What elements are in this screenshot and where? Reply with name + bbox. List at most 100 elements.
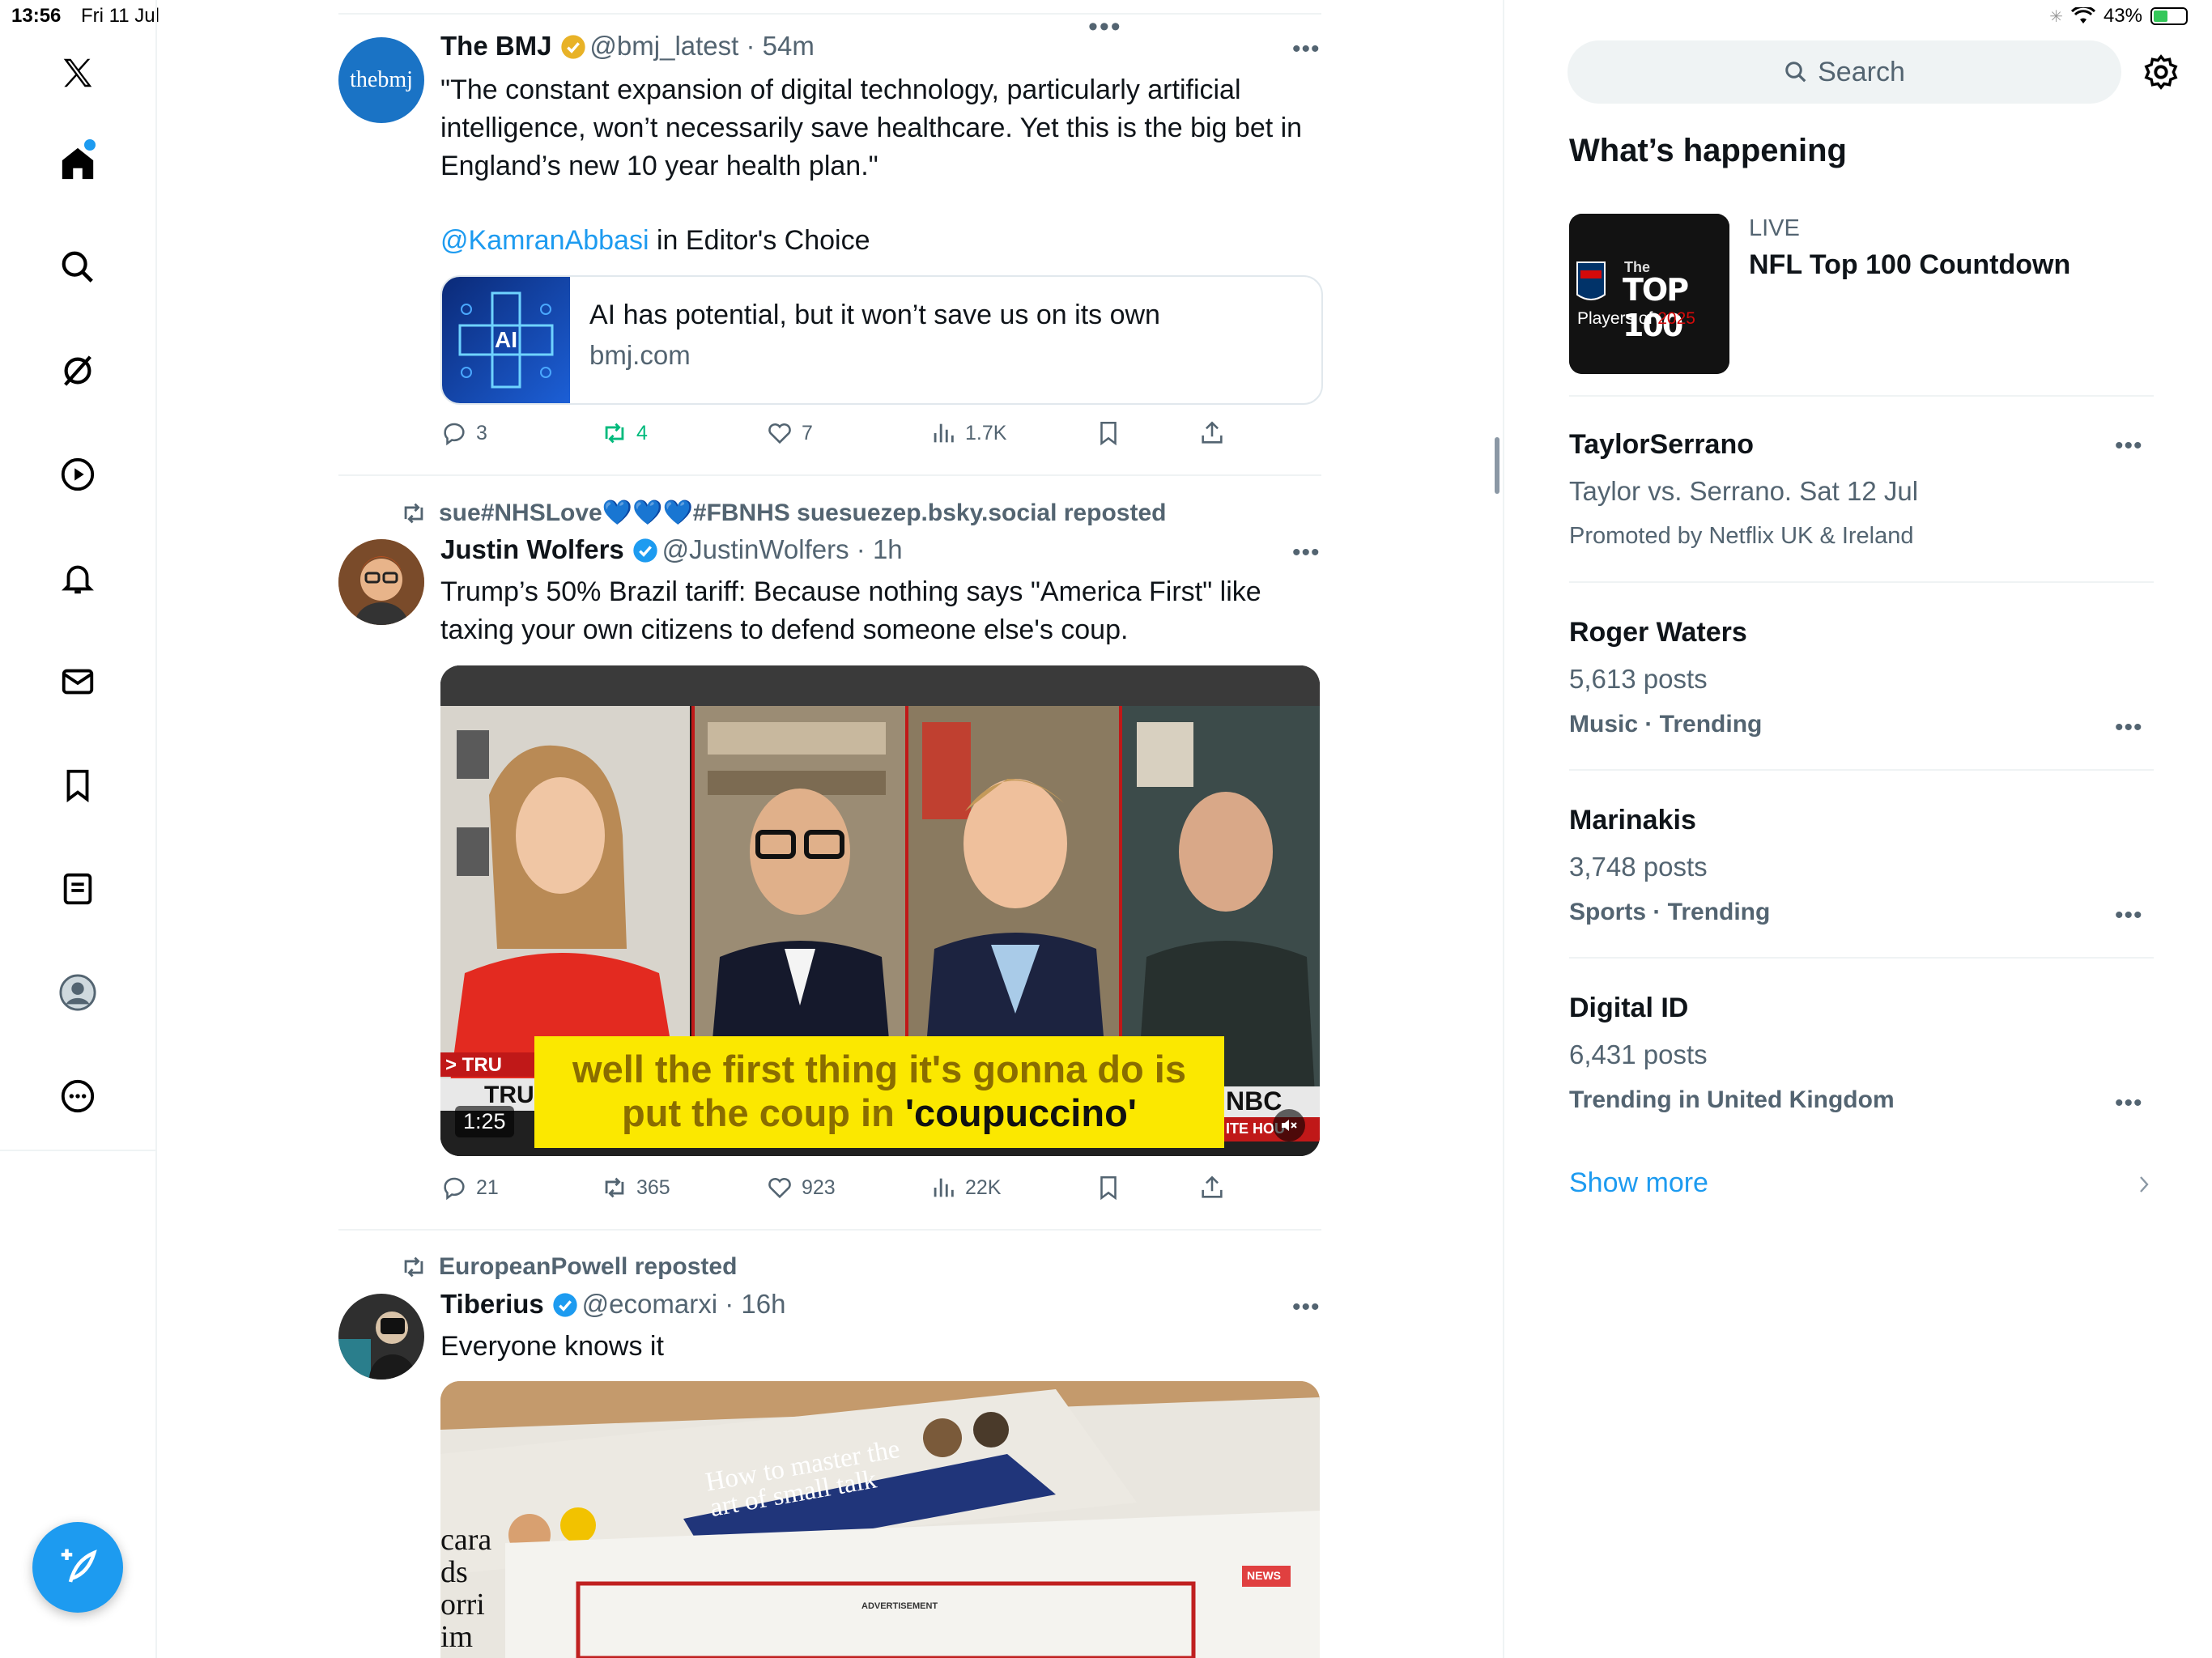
repost-button[interactable]: 4 [601,419,648,447]
tweet-divider [338,474,1321,476]
avatar-text: thebmj [350,67,413,92]
repost-count: 4 [636,421,648,444]
profile-avatar-icon[interactable] [52,967,104,1018]
column-divider [1503,0,1504,1658]
repost-context: sue#NHSLove💙💙💙#FBNHS suesuezep.bsky.soci… [400,499,1166,527]
trend-more-icon[interactable]: ••• [2115,714,2143,742]
grok-icon[interactable] [52,345,104,397]
battery-icon [2150,7,2188,25]
trend-title[interactable]: Roger Waters [1569,617,1747,648]
messages-envelope-icon[interactable] [52,656,104,708]
trend-more-icon[interactable]: ••• [2115,1090,2143,1117]
link-card[interactable]: AI AI has potential, but it won’t save u… [440,275,1323,405]
repost-context: EuropeanPowell reposted [400,1253,737,1281]
views-chart-icon [934,423,954,443]
fragment: orri [440,1588,485,1622]
tweet-avatar[interactable]: thebmj [338,37,424,123]
status-right: ✳ 43% [2049,5,2188,28]
reply-button[interactable]: 3 [440,419,487,447]
views-count: 1.7K [965,421,1007,444]
views-button[interactable]: 22K [929,1174,1001,1201]
repost-button[interactable]: 365 [601,1174,670,1201]
trend-meta: Sports · Trending [1569,899,1771,925]
home-icon[interactable] [52,138,104,189]
wifi-icon [2070,7,2095,23]
trend-subtitle: 3,748 posts [1569,852,1708,882]
tweet-time[interactable]: 54m [763,31,815,61]
more-options-icon[interactable] [52,1070,104,1122]
author-name[interactable]: The BMJ [440,31,552,61]
fragment: im [440,1620,474,1654]
blue-verified-icon [553,1293,577,1317]
live-event-thumbnail[interactable]: The TOP 100 Players of 2025 [1569,214,1729,374]
author-handle[interactable]: @ecomarxi [582,1289,717,1319]
compose-post-button[interactable] [32,1522,123,1613]
share-icon [1202,1175,1223,1198]
author-handle[interactable]: @bmj_latest [589,31,738,61]
views-button[interactable]: 1.7K [929,419,1006,447]
like-button[interactable]: 923 [766,1174,836,1201]
repost-small-icon [404,1256,423,1278]
reply-icon [444,423,465,446]
heart-icon [768,423,791,444]
tweet-time[interactable]: 1h [873,534,903,564]
trend-title[interactable]: Marinakis [1569,805,1696,836]
x-logo-icon[interactable] [52,47,104,99]
share-button[interactable] [1198,1174,1226,1201]
trend-title[interactable]: Digital ID [1569,993,1688,1024]
show-more-link[interactable]: Show more [1569,1167,1708,1199]
live-event-title[interactable]: NFL Top 100 Countdown [1749,249,2070,281]
trend-subtitle: 5,613 posts [1569,664,1708,694]
chevron-right-icon[interactable] [2134,1172,2154,1197]
trend-meta: Trending in United Kingdom [1569,1086,1895,1113]
trend-subtitle: 6,431 posts [1569,1039,1708,1069]
bookmark-icon [1100,1175,1117,1201]
search-placeholder: Search [1818,56,1905,87]
tweet-more-icon[interactable]: ••• [1292,1294,1321,1321]
caption-line-1: well the first thing it's gonna do is [572,1048,1186,1090]
whats-happening-title: What’s happening [1569,133,1847,168]
notifications-bell-icon[interactable] [52,552,104,604]
tweet-avatar[interactable] [338,539,424,625]
tweet-time[interactable]: 16h [741,1289,785,1319]
heart-icon [768,1177,791,1199]
mention-link[interactable]: @KamranAbbasi [440,225,649,256]
bookmarks-icon[interactable] [52,759,104,811]
settings-gear-icon[interactable] [2142,53,2180,91]
trend-more-icon[interactable]: ••• [2115,902,2143,929]
tweet-text: Trump’s 50% Brazil tariff: Because nothi… [440,576,1261,645]
tweet-divider [338,1229,1321,1231]
author-name[interactable]: Tiberius [440,1289,544,1319]
like-button[interactable]: 7 [766,419,813,447]
author-name[interactable]: Justin Wolfers [440,534,624,564]
bookmark-button[interactable] [1095,419,1122,447]
video-duration: 1:25 [455,1106,514,1137]
lists-icon[interactable] [52,863,104,915]
trend-meta: Music · Trending [1569,711,1763,738]
video-player[interactable]: > TRU TRUM NBC ITE HOU well the first th… [440,665,1320,1156]
reply-button[interactable]: 21 [440,1174,499,1201]
link-card-thumbnail: AI [442,277,570,403]
search-bar[interactable]: Search [1568,40,2121,104]
like-count: 7 [802,421,813,444]
repost-count: 365 [636,1175,670,1199]
nav-divider [0,1150,155,1151]
repost-context-text[interactable]: EuropeanPowell reposted [439,1253,737,1281]
tweet-avatar[interactable] [338,1294,424,1380]
trend-title[interactable]: TaylorSerrano [1569,429,1754,461]
multitask-handle[interactable]: ••• [1088,11,1122,43]
author-handle[interactable]: @JustinWolfers [662,534,849,564]
mute-button[interactable] [1273,1109,1305,1141]
share-button[interactable] [1198,419,1226,447]
scrollbar[interactable] [1495,437,1499,494]
card-title: AI has potential, but it won’t save us o… [589,300,1160,330]
bookmark-button[interactable] [1095,1174,1122,1201]
trend-more-icon[interactable]: ••• [2115,432,2143,460]
video-caption: well the first thing it's gonna do is pu… [534,1036,1224,1148]
tweet-more-icon[interactable]: ••• [1292,539,1321,567]
tweet-image[interactable]: How to master the art of small talk cara… [440,1381,1320,1658]
video-icon[interactable] [52,449,104,500]
repost-context-text[interactable]: sue#NHSLove💙💙💙#FBNHS suesuezep.bsky.soci… [439,499,1166,527]
tweet-more-icon[interactable]: ••• [1292,36,1321,63]
explore-search-icon[interactable] [52,241,104,293]
